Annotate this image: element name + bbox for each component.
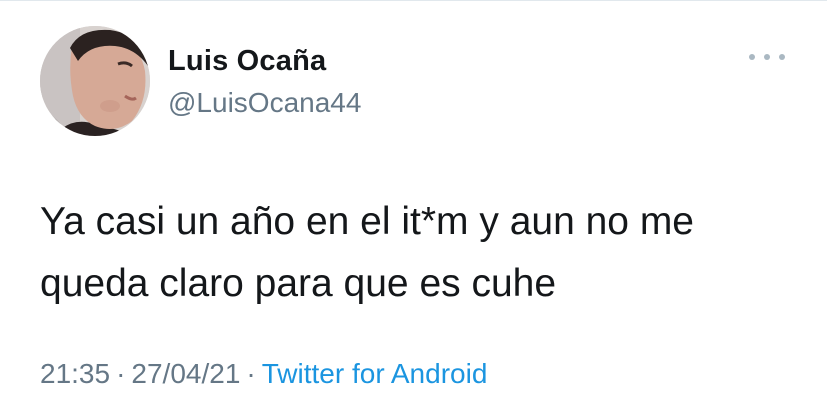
tweet-text-line-1: Ya casi un año en el it*m y aun no me [40,200,694,243]
tweet-date[interactable]: 27/04/21 [131,358,240,389]
more-dot-icon [779,54,785,60]
tweet-source-link[interactable]: Twitter for Android [262,358,488,389]
author-handle[interactable]: @LuisOcana44 [168,87,361,119]
tweet-meta: 21:35 · 27/04/21 · Twitter for Android [40,358,487,390]
tweet-text: Ya casi un año en el it*m y aun no me qu… [40,191,800,315]
avatar-photo [40,26,150,136]
more-dot-icon [764,54,770,60]
tweet-card: Luis Ocaña @LuisOcana44 Ya casi un año e… [0,0,827,415]
author-name[interactable]: Luis Ocaña [168,45,326,78]
more-dot-icon [749,54,755,60]
tweet-text-line-2: queda claro para que es cuhe [40,262,557,305]
more-options-icon[interactable] [749,45,785,69]
tweet-time[interactable]: 21:35 [40,358,110,389]
meta-separator: · [246,358,256,389]
avatar[interactable] [40,26,150,136]
meta-separator: · [116,358,126,389]
